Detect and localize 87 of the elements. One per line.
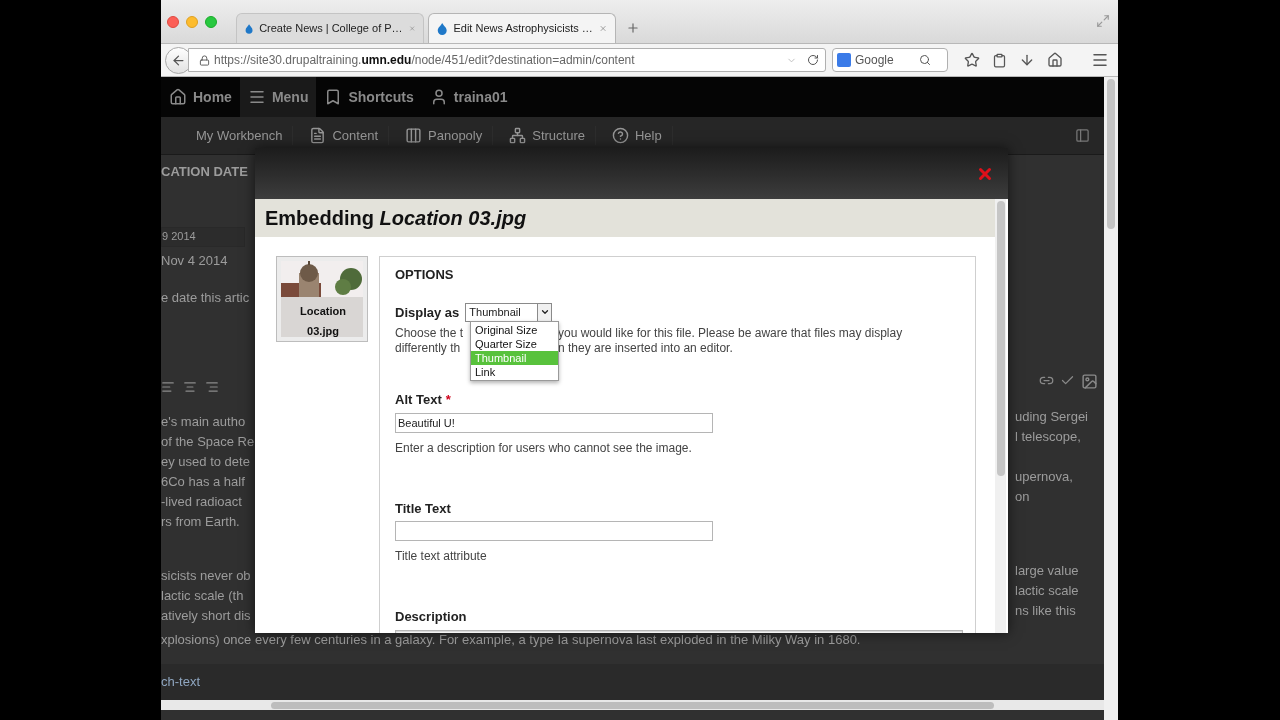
fieldset-legend: OPTIONS: [395, 265, 960, 285]
field-label: Title Text: [395, 499, 451, 518]
toolbar-item[interactable]: Shortcuts: [316, 77, 422, 117]
reload-icon[interactable]: [807, 54, 819, 66]
image-icon[interactable]: [1081, 373, 1098, 390]
article-text: sicists never ob: [161, 566, 252, 585]
toolbar-item[interactable]: Home: [161, 77, 240, 117]
align-right-icon[interactable]: [205, 379, 219, 394]
clipboard-icon[interactable]: [992, 52, 1007, 68]
lock-icon: [199, 54, 210, 66]
toolbar-item[interactable]: traina01: [421, 77, 516, 117]
dialog-scrollbar[interactable]: [995, 199, 1006, 633]
article-text: on: [1015, 488, 1031, 506]
required-marker: *: [445, 391, 451, 409]
help-icon: [612, 127, 629, 144]
minimize-window-button[interactable]: [186, 16, 198, 28]
field-label: Description: [395, 608, 467, 626]
menu-icon[interactable]: [1091, 51, 1109, 69]
document-icon: [309, 127, 327, 144]
dialog-title: Embedding Location 03.jpg: [265, 206, 527, 231]
search-field[interactable]: Google: [832, 48, 948, 72]
download-icon[interactable]: [1019, 52, 1035, 68]
toolbar-item[interactable]: Help: [596, 125, 673, 146]
dropdown-option[interactable]: Original Size: [471, 323, 558, 337]
menu-icon: [247, 88, 266, 106]
field-description: Enter a description for users who cannot see the image.: [395, 439, 693, 457]
article-text: of the Space Re: [161, 432, 256, 451]
section-heading: CATION DATE: [161, 163, 249, 181]
close-window-button[interactable]: [167, 16, 179, 28]
toolbar-item[interactable]: Content: [293, 125, 389, 146]
text-field[interactable]: Beautiful U!: [395, 412, 713, 433]
bookmark-star-icon[interactable]: [964, 52, 980, 68]
browser-tab[interactable]: Create News | College of P…: [236, 13, 424, 43]
close-tab-icon[interactable]: [598, 23, 607, 34]
article-text: atively short dis: [161, 606, 252, 625]
toolbar-item[interactable]: My Workbench: [161, 125, 294, 146]
back-arrow-icon: [171, 52, 186, 68]
search-icon[interactable]: [919, 54, 931, 66]
toolbar-item[interactable]: Structure: [493, 125, 596, 146]
article-text: 6Co has a half: [161, 472, 246, 491]
article-text: xplosions) once every few centuries in a galaxy. For example, a type Ia supernova last exploded in the Milky Way in 1680.: [161, 631, 862, 649]
toolbar-item[interactable]: Panopoly: [389, 125, 494, 146]
article-text: rs from Earth.: [161, 512, 241, 531]
help-text: n they are inserted into an editor.: [558, 341, 733, 356]
help-text: Choose the t: [395, 326, 465, 341]
footer-link[interactable]: ch-text: [161, 672, 200, 692]
toolbar-item[interactable]: Menu: [239, 77, 317, 117]
article-text: l telescope,: [1015, 428, 1082, 446]
toggle-orientation-icon[interactable]: [1075, 128, 1090, 143]
address-field[interactable]: https://site30.drupaltraining.umn.edu/node/451/edit?destination=admin/content: [188, 48, 826, 72]
display-select[interactable]: Thumbnail: [465, 302, 553, 322]
article-text: ns like this: [1015, 602, 1077, 620]
date-field[interactable]: 9 2014: [161, 226, 245, 247]
browser-tab[interactable]: Edit News Astrophysicists …: [428, 13, 616, 43]
home-icon: [169, 88, 187, 106]
align-center-icon[interactable]: [183, 379, 197, 394]
horizontal-scrollbar[interactable]: [161, 700, 1104, 710]
field-label: Alt Text: [395, 391, 442, 409]
zoom-window-button[interactable]: [205, 16, 217, 28]
fullscreen-icon[interactable]: [1096, 14, 1110, 28]
home-icon[interactable]: [1047, 52, 1063, 68]
drop-icon: [437, 20, 448, 37]
dropdown-option[interactable]: Quarter Size: [471, 337, 558, 351]
date-text: Nov 4 2014: [161, 251, 229, 270]
field-description: Title text attribute: [395, 548, 488, 565]
article-text: ey used to dete: [161, 452, 251, 471]
help-text: differently th: [395, 341, 462, 356]
article-text: lactic scale (th: [161, 586, 245, 605]
help-text: you would like for this file. Please be aware that files may display: [558, 326, 903, 341]
new-tab-icon[interactable]: [626, 21, 640, 35]
article-text: large value: [1015, 562, 1080, 580]
hierarchy-icon: [509, 127, 527, 144]
search-input[interactable]: Google: [855, 51, 915, 69]
article-text: e's main autho: [161, 412, 247, 431]
article-text: -lived radioact: [161, 492, 243, 511]
align-left-icon[interactable]: [161, 379, 175, 394]
columns-icon: [405, 127, 422, 144]
field-label: Display as: [395, 303, 460, 322]
thumbnail-caption: Location 03.jpg: [299, 304, 347, 339]
thumbnail-card[interactable]: Location 03.jpg: [276, 256, 368, 342]
article-text: upernova,: [1015, 468, 1074, 486]
article-text: uding Sergei: [1015, 408, 1089, 426]
article-text: lactic scale: [1015, 582, 1080, 600]
text-field[interactable]: [395, 521, 713, 541]
dropdown-option[interactable]: Link: [471, 365, 558, 379]
vertical-scrollbar[interactable]: [1104, 77, 1118, 720]
field-hint: e date this artic: [161, 289, 251, 307]
